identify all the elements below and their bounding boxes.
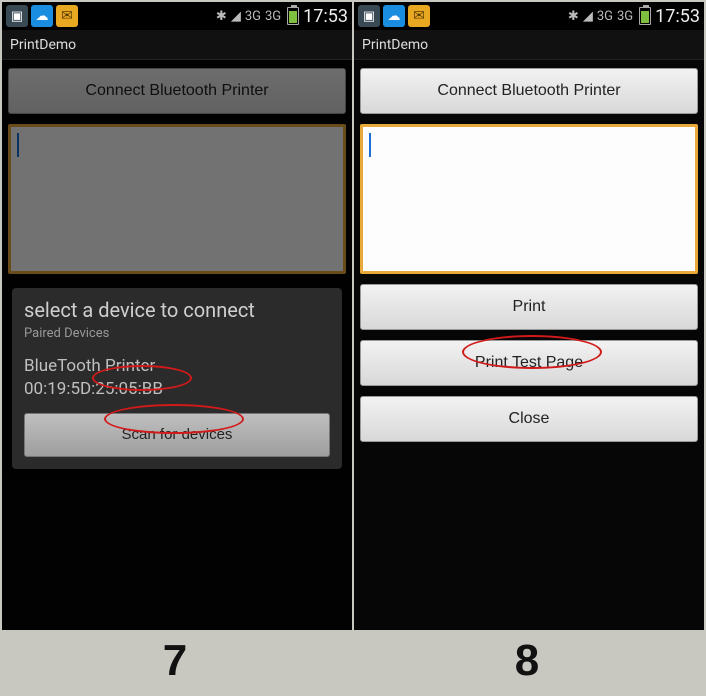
close-button[interactable]: Close xyxy=(360,396,698,442)
dialog-subtitle: Paired Devices xyxy=(24,326,330,341)
figure-labels: 7 8 xyxy=(0,636,704,686)
text-cursor xyxy=(369,133,371,157)
connect-bluetooth-button[interactable]: Connect Bluetooth Printer xyxy=(360,68,698,114)
screenshot-left: ▣ ☁ ✉ ✱ ◢ 3G 3G 17:53 PrintDemo Connect … xyxy=(2,2,352,630)
network-3g-icon: 3G xyxy=(265,9,281,24)
clock: 17:53 xyxy=(303,6,348,27)
signal-icon: ◢ xyxy=(231,9,241,24)
app-title: PrintDemo xyxy=(354,30,704,60)
button-label: Close xyxy=(509,410,550,428)
app-title: PrintDemo xyxy=(2,30,352,60)
screenshot-right: ▣ ☁ ✉ ✱ ◢ 3G 3G 17:53 PrintDemo Connect … xyxy=(354,2,704,630)
status-bar: ▣ ☁ ✉ ✱ ◢ 3G 3G 17:53 xyxy=(354,2,704,30)
paired-device-item[interactable]: BlueTooth Printer 00:19:5D:25:05:BB xyxy=(24,351,330,413)
print-button[interactable]: Print xyxy=(360,284,698,330)
clock: 17:53 xyxy=(655,6,700,27)
network-3g-icon: 3G xyxy=(245,9,261,24)
device-name: BlueTooth Printer xyxy=(24,355,330,378)
cloud-icon: ☁ xyxy=(383,5,405,27)
button-label: Scan for devices xyxy=(122,426,233,443)
mail-icon: ✉ xyxy=(56,5,78,27)
cloud-icon: ☁ xyxy=(31,5,53,27)
gallery-icon: ▣ xyxy=(6,5,28,27)
gallery-icon: ▣ xyxy=(358,5,380,27)
figure-number: 8 xyxy=(515,636,541,686)
button-label: Print xyxy=(513,298,546,316)
battery-icon xyxy=(639,7,651,25)
dialog-title: select a device to connect xyxy=(24,298,330,322)
battery-icon xyxy=(287,7,299,25)
mail-icon: ✉ xyxy=(408,5,430,27)
scan-devices-button[interactable]: Scan for devices xyxy=(24,413,330,457)
bluetooth-icon: ✱ xyxy=(216,9,227,24)
print-test-page-button[interactable]: Print Test Page xyxy=(360,340,698,386)
network-3g-icon: 3G xyxy=(597,9,613,24)
network-3g-icon: 3G xyxy=(617,9,633,24)
signal-icon: ◢ xyxy=(583,9,593,24)
figure-number: 7 xyxy=(163,636,189,686)
button-label: Connect Bluetooth Printer xyxy=(437,82,620,100)
status-bar: ▣ ☁ ✉ ✱ ◢ 3G 3G 17:53 xyxy=(2,2,352,30)
device-select-dialog: select a device to connect Paired Device… xyxy=(12,288,342,469)
device-mac: 00:19:5D:25:05:BB xyxy=(24,378,330,401)
bluetooth-icon: ✱ xyxy=(568,9,579,24)
print-text-input[interactable] xyxy=(360,124,698,274)
button-label: Print Test Page xyxy=(475,354,583,372)
